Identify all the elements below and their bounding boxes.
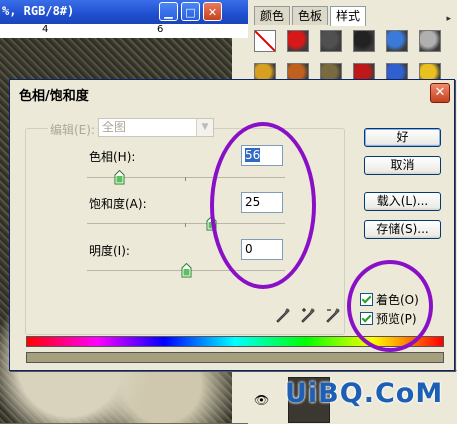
save-button[interactable]: 存储(S)... [364,220,441,239]
hue-saturation-dialog: 色相/饱和度 ✕ 编辑(E): 全图 ▼ 色相(H): 56 饱和度(A): 2… [9,79,455,371]
preview-checkbox[interactable]: 预览(P) [360,310,417,327]
hue-input[interactable]: 56 [241,145,283,166]
saturation-input[interactable]: 25 [241,192,283,213]
palette-menu-icon[interactable]: ▸ [446,14,451,24]
load-button[interactable]: 载入(L)... [364,192,441,211]
preview-label: 预览(P) [376,312,417,326]
cancel-button[interactable]: 取消 [364,156,441,175]
colorize-checkbox[interactable]: 着色(O) [360,291,419,308]
ruler-number: 4 [42,24,49,35]
eyedropper-minus-icon[interactable] [326,308,340,324]
style-swatch[interactable] [419,30,441,52]
edit-channel-select: 全图 ▼ [98,118,214,137]
dialog-title: 色相/饱和度 [19,89,89,104]
output-color-bar [26,352,444,363]
style-swatch[interactable] [287,30,309,52]
style-swatch[interactable] [320,30,342,52]
edit-label: 编辑(E): [48,121,97,138]
hue-value: 56 [245,148,261,162]
watermark-logo: UiBQ.CoM [285,378,444,409]
lightness-slider-handle[interactable] [181,263,192,278]
colorize-label: 着色(O) [376,293,419,307]
hue-slider-center-tick [185,177,186,181]
maximize-icon[interactable]: □ [181,2,200,21]
close-icon[interactable]: ✕ [430,83,450,103]
document-titlebar: %, RGB/8#) ▁ □ ✕ [0,0,248,24]
style-swatch[interactable] [353,30,375,52]
lightness-input[interactable]: 0 [241,239,283,260]
lightness-value: 0 [245,242,253,256]
tab-color[interactable]: 颜色 [254,6,291,25]
close-icon[interactable]: ✕ [203,2,222,21]
adjustment-group [25,128,345,335]
style-swatch[interactable] [254,30,276,52]
saturation-slider-center-tick [185,223,186,227]
eyedropper-plus-icon[interactable] [301,308,315,324]
style-swatch[interactable] [386,30,408,52]
horizontal-ruler: 4 6 [0,24,248,39]
tab-swatches[interactable]: 色板 [292,6,329,25]
tab-styles[interactable]: 样式 [330,6,367,26]
document-title: %, RGB/8#) [2,4,75,18]
dialog-titlebar: 色相/饱和度 ✕ [10,80,454,105]
hue-label: 色相(H): [89,150,136,164]
ruler-number: 6 [157,24,164,35]
saturation-slider-handle[interactable] [206,216,217,231]
hue-slider-handle[interactable] [114,170,125,185]
saturation-label: 饱和度(A): [89,197,147,211]
saturation-slider-track[interactable] [87,223,285,224]
checkbox-check-icon [360,293,373,306]
lightness-label: 明度(I): [89,244,130,258]
eye-icon[interactable]: 👁 [254,393,269,407]
ok-button[interactable]: 好 [364,128,441,147]
edit-select-value: 全图 [102,120,127,134]
input-spectrum-bar [26,336,444,347]
checkbox-check-icon [360,312,373,325]
saturation-value: 25 [245,195,261,209]
minimize-icon[interactable]: ▁ [159,2,178,21]
palette-tabs: 颜色 色板 样式 ▸ [248,6,457,26]
eyedropper-icon[interactable] [276,308,290,324]
chevron-down-icon: ▼ [196,119,213,136]
